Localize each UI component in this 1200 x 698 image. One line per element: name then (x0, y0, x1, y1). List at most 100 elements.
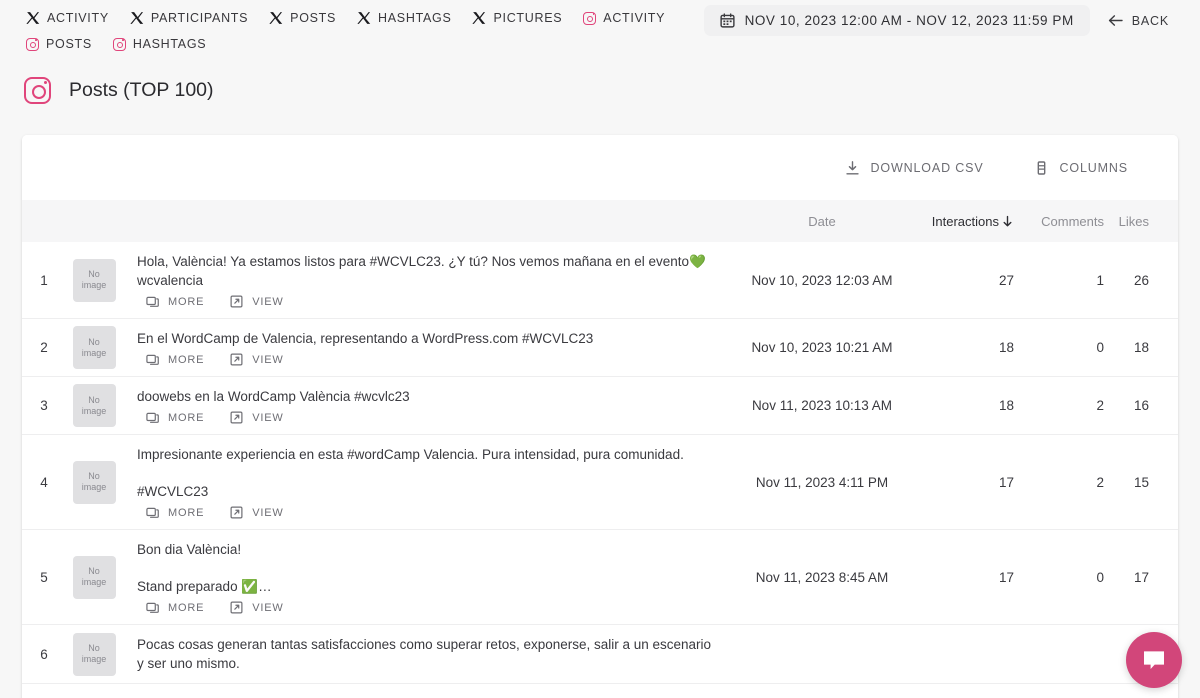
more-button[interactable]: MORE (146, 411, 204, 424)
view-button[interactable]: VIEW (230, 353, 283, 366)
no-image-line1: No (88, 471, 100, 481)
back-button-label: BACK (1131, 13, 1169, 28)
row-thumbnail: No image (66, 435, 122, 530)
arrow-left-icon (1108, 14, 1123, 27)
tab-label: PARTICIPANTS (150, 11, 249, 25)
header-controls: NOV 10, 2023 12:00 AM - NOV 12, 2023 11:… (703, 5, 1182, 36)
column-header-date[interactable]: Date (732, 200, 912, 242)
table-row[interactable]: 2 No image En el WordCamp de Valencia, repr… (22, 318, 1178, 377)
row-rank: 2 (40, 340, 48, 355)
view-label: VIEW (252, 411, 284, 424)
column-header-rank (22, 200, 66, 242)
row-interactions (912, 625, 1022, 684)
tab-x-participants[interactable]: PARTICIPANTS (130, 5, 259, 31)
view-button[interactable]: VIEW (230, 295, 283, 308)
row-likes: 17 (1133, 569, 1149, 585)
x-icon (472, 11, 486, 25)
tab-instagram-activity[interactable]: ACTIVITY (583, 5, 676, 31)
table-header-row: Date Interactions Comments Likes (22, 200, 1178, 242)
x-icon (269, 11, 283, 25)
tab-label: ACTIVITY (47, 11, 109, 25)
row-actions: MORE VIEW (137, 506, 714, 519)
tab-x-hashtags[interactable]: HASHTAGS (357, 5, 462, 31)
row-thumbnail: No image (66, 530, 122, 625)
row-actions: MORE VIEW (137, 601, 714, 614)
more-button[interactable]: MORE (146, 601, 204, 614)
no-image-placeholder: No image (72, 326, 116, 369)
page-title: Posts (TOP 100) (69, 79, 214, 101)
tab-instagram-hashtags[interactable]: HASHTAGS (112, 31, 217, 57)
column-header-interactions-label: Interactions (931, 213, 999, 229)
tab-instagram-posts[interactable]: POSTS (26, 31, 103, 57)
post-text-line: Pocas cosas generan tantas satisfaccione… (137, 637, 712, 671)
tab-x-activity[interactable]: ACTIVITY (26, 5, 120, 31)
column-header-content (122, 200, 732, 242)
back-button[interactable]: BACK (1090, 6, 1182, 36)
post-text-line: Impresionante experiencia en esta #wordC… (137, 447, 684, 462)
column-header-thumbnail (66, 200, 122, 242)
no-image-placeholder: No image (72, 460, 116, 504)
x-icon (26, 11, 40, 25)
view-button[interactable]: VIEW (230, 411, 283, 424)
row-thumbnail: No image (66, 319, 122, 377)
row-date: Nov 10, 2023 12:03 AM (751, 272, 893, 288)
posts-card: DOWNLOAD CSV COLUMNS Date Interactions C… (22, 135, 1178, 698)
more-button[interactable]: MORE (146, 353, 204, 366)
more-label: MORE (168, 601, 205, 614)
no-image-line2: image (81, 405, 107, 416)
no-image-line2: image (81, 577, 107, 587)
row-comments: 0 (1096, 340, 1104, 355)
columns-label: COLUMNS (1059, 160, 1128, 175)
more-button[interactable]: MORE (146, 506, 204, 519)
row-interactions: 18 (998, 398, 1014, 413)
column-header-interactions[interactable]: Interactions (912, 200, 1022, 242)
external-link-icon (230, 295, 243, 308)
table-row[interactable]: 6 No image Pocas cosas generan tantas satis… (22, 624, 1178, 684)
row-interactions: 27 (998, 272, 1014, 288)
more-button[interactable]: MORE (146, 295, 204, 308)
column-header-comments[interactable]: Comments (1022, 200, 1112, 242)
row-content: Impresionante experiencia en esta #wordC… (122, 435, 732, 530)
platform-tab-bar: ACTIVITY PARTICIPANTS POSTS HASHTAGS PICTURE… (0, 0, 700, 57)
view-label: VIEW (252, 353, 284, 366)
table-row[interactable]: 5 No image Bon dia València! Stand preparado… (22, 529, 1178, 625)
post-text-line: Bon dia València! (137, 542, 242, 557)
row-actions: MORE VIEW (137, 295, 714, 308)
instagram-icon (112, 37, 126, 51)
posts-table: Date Interactions Comments Likes 1 No im… (22, 200, 1178, 684)
tab-x-pictures[interactable]: PICTURES (472, 5, 573, 31)
tab-label: ACTIVITY (603, 11, 666, 25)
chat-button[interactable] (1126, 632, 1182, 688)
copy-icon (146, 506, 159, 519)
table-row[interactable]: 4 No image Impresionante experiencia en est… (22, 434, 1178, 530)
tab-x-posts[interactable]: POSTS (269, 5, 347, 31)
table-row[interactable]: 1 No image Hola, València! Ya estamos listo… (22, 242, 1178, 319)
view-button[interactable]: VIEW (230, 601, 283, 614)
tab-label: HASHTAGS (132, 37, 207, 51)
tab-label: HASHTAGS (378, 11, 452, 25)
row-rank: 4 (40, 474, 48, 490)
row-rank: 6 (40, 646, 48, 662)
row-rank: 1 (40, 272, 48, 288)
row-likes: 18 (1133, 340, 1149, 355)
download-csv-label: DOWNLOAD CSV (870, 160, 984, 175)
tab-label: PICTURES (493, 11, 563, 25)
row-content: Bon dia València! Stand preparado ✅… MORE V… (122, 530, 732, 625)
column-header-likes[interactable]: Likes (1112, 200, 1178, 242)
view-button[interactable]: VIEW (230, 506, 283, 519)
no-image-line1: No (88, 643, 100, 653)
row-content: Hola, València! Ya estamos listos para #… (122, 242, 732, 319)
arrow-down-icon (1001, 215, 1014, 228)
row-date: Nov 11, 2023 10:13 AM (751, 398, 893, 413)
row-thumbnail: No image (66, 625, 122, 684)
date-range-picker[interactable]: NOV 10, 2023 12:00 AM - NOV 12, 2023 11:… (703, 5, 1090, 36)
no-image-placeholder: No image (72, 555, 116, 599)
row-date: Nov 11, 2023 8:45 AM (755, 569, 889, 585)
row-actions: MORE VIEW (137, 411, 714, 424)
row-thumbnail: No image (66, 242, 122, 319)
table-row[interactable]: 3 No image doowebs en la WordCamp València … (22, 376, 1178, 435)
columns-button[interactable]: COLUMNS (1022, 150, 1140, 186)
no-image-placeholder: No image (72, 258, 116, 302)
table-body: 1 No image Hola, València! Ya estamos listo… (22, 242, 1178, 684)
download-csv-button[interactable]: DOWNLOAD CSV (833, 150, 996, 186)
